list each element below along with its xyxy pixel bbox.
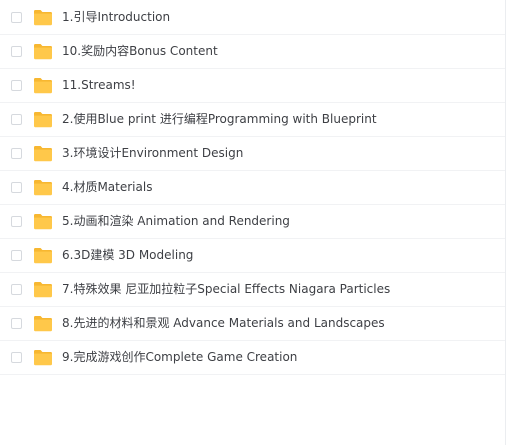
item-name[interactable]: 7.特殊效果 尼亚加拉粒子Special Effects Niagara Par… [62,281,390,298]
folder-icon [33,179,53,196]
row-checkbox[interactable] [11,114,22,125]
list-item[interactable]: 11.Streams! [0,69,506,103]
folder-icon [33,145,53,162]
item-name[interactable]: 11.Streams! [62,77,136,94]
list-item[interactable]: 9.完成游戏创作Complete Game Creation [0,341,506,375]
item-name[interactable]: 1.引导Introduction [62,9,170,26]
row-checkbox[interactable] [11,250,22,261]
item-name[interactable]: 3.环境设计Environment Design [62,145,243,162]
folder-icon [33,349,53,366]
list-item[interactable]: 3.环境设计Environment Design [0,137,506,171]
item-name[interactable]: 9.完成游戏创作Complete Game Creation [62,349,297,366]
item-name[interactable]: 6.3D建模 3D Modeling [62,247,193,264]
row-checkbox[interactable] [11,148,22,159]
list-item[interactable]: 8.先进的材料和景观 Advance Materials and Landsca… [0,307,506,341]
item-name[interactable]: 10.奖励内容Bonus Content [62,43,218,60]
folder-icon [33,213,53,230]
item-name[interactable]: 2.使用Blue print 进行编程Programming with Blue… [62,111,377,128]
folder-icon [33,111,53,128]
folder-icon [33,281,53,298]
list-item[interactable]: 5.动画和渲染 Animation and Rendering [0,205,506,239]
row-checkbox[interactable] [11,284,22,295]
list-item[interactable]: 6.3D建模 3D Modeling [0,239,506,273]
file-list-rows: 1.引导Introduction 10.奖励内容Bonus Content 11… [0,1,506,375]
file-list: 1.引导Introduction 10.奖励内容Bonus Content 11… [0,0,506,445]
row-checkbox[interactable] [11,318,22,329]
list-item[interactable]: 4.材质Materials [0,171,506,205]
item-name[interactable]: 5.动画和渲染 Animation and Rendering [62,213,290,230]
row-checkbox[interactable] [11,46,22,57]
row-checkbox[interactable] [11,182,22,193]
row-checkbox[interactable] [11,12,22,23]
row-checkbox[interactable] [11,216,22,227]
list-item[interactable]: 1.引导Introduction [0,1,506,35]
list-item[interactable]: 10.奖励内容Bonus Content [0,35,506,69]
list-item[interactable]: 7.特殊效果 尼亚加拉粒子Special Effects Niagara Par… [0,273,506,307]
row-checkbox[interactable] [11,80,22,91]
folder-icon [33,247,53,264]
folder-icon [33,77,53,94]
item-name[interactable]: 4.材质Materials [62,179,152,196]
folder-icon [33,43,53,60]
item-name[interactable]: 8.先进的材料和景观 Advance Materials and Landsca… [62,315,385,332]
list-item[interactable]: 2.使用Blue print 进行编程Programming with Blue… [0,103,506,137]
row-checkbox[interactable] [11,352,22,363]
folder-icon [33,315,53,332]
folder-icon [33,9,53,26]
